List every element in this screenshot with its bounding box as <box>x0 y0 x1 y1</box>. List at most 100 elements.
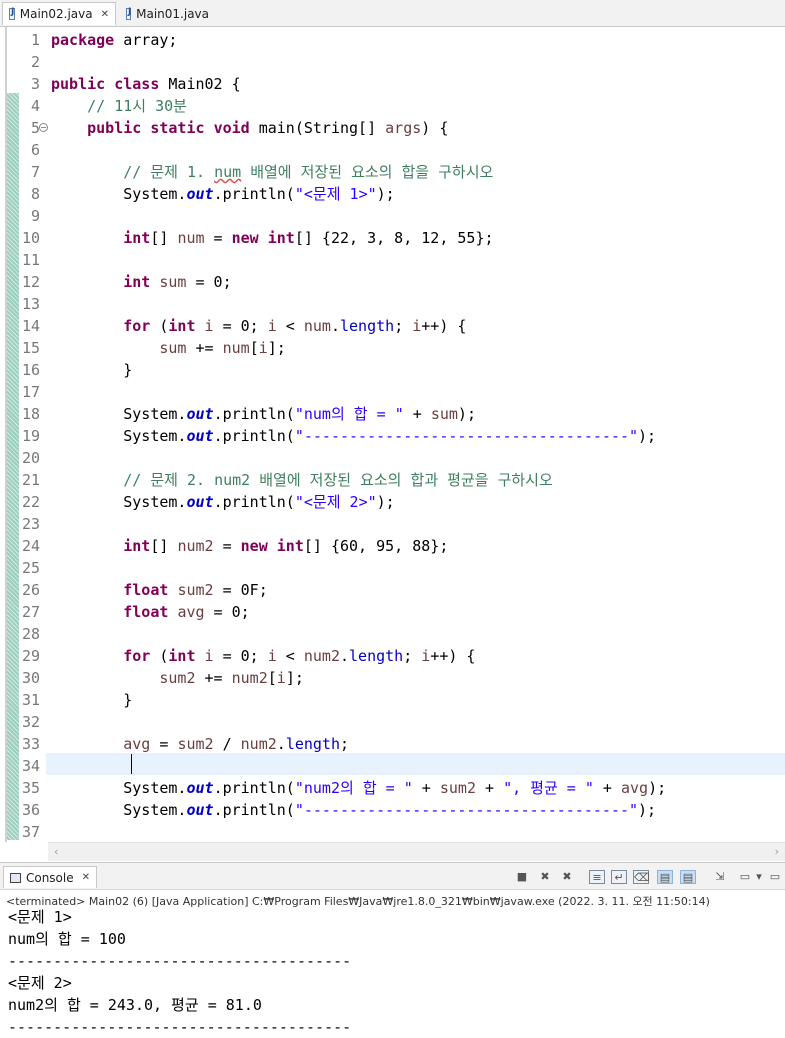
code-line[interactable]: 9 <box>0 205 785 227</box>
code-line[interactable]: 30 sum2 += num2[i]; <box>0 667 785 689</box>
code-line[interactable]: 13 <box>0 293 785 315</box>
code-line[interactable]: 20 <box>0 447 785 469</box>
close-icon[interactable]: ✕ <box>101 9 109 20</box>
minimize-icon[interactable]: ▭ <box>768 870 782 884</box>
scroll-left-icon[interactable]: ‹ <box>54 843 58 861</box>
code-line[interactable]: 32 <box>0 711 785 733</box>
fold-toggle-icon[interactable]: − <box>39 123 48 132</box>
code-text: System.out.println("<문제 1>"); <box>51 185 395 203</box>
code-line[interactable]: 17 <box>0 381 785 403</box>
code-line[interactable]: 34 <box>0 755 785 777</box>
code-line[interactable]: 11 <box>0 249 785 271</box>
line-number: 36 <box>21 801 40 819</box>
code-text: // 문제 2. num2 배열에 저장된 요소의 합과 평균을 구하시오 <box>123 471 553 489</box>
console-icon <box>10 872 21 883</box>
word-wrap-icon[interactable]: ↵ <box>611 870 627 884</box>
code-line[interactable]: 31 } <box>0 689 785 711</box>
console-tab[interactable]: Console ✕ <box>3 866 97 888</box>
code-text: sum += num[i]; <box>159 339 286 357</box>
code-text: System.out.println("--------------------… <box>51 801 657 819</box>
editor-tab-main02[interactable]: Main02.java ✕ <box>2 2 116 25</box>
console-status-line: <terminated> Main02 (6) [Java Applicatio… <box>6 895 710 908</box>
code-line[interactable]: 16 } <box>0 359 785 381</box>
line-number: 33 <box>21 735 40 753</box>
code-line[interactable]: 7 // 문제 1. num 배열에 저장된 요소의 합을 구하시오 <box>0 161 785 183</box>
line-number: 29 <box>21 647 40 665</box>
show-on-stdout-icon[interactable]: ▤ <box>657 870 673 884</box>
code-line[interactable]: 36 System.out.println("-----------------… <box>0 799 785 821</box>
line-number: 35 <box>21 779 40 797</box>
code-text: package array; <box>51 31 178 49</box>
code-text: // 문제 1. num 배열에 저장된 요소의 합을 구하시오 <box>123 163 494 181</box>
code-line[interactable]: 29 for (int i = 0; i < num2.length; i++)… <box>0 645 785 667</box>
line-number: 3 <box>30 75 40 93</box>
horizontal-scrollbar[interactable]: ‹ › <box>48 842 785 861</box>
code-line[interactable]: 12 int sum = 0; <box>0 271 785 293</box>
line-number: 32 <box>21 713 40 731</box>
clear-console-icon[interactable]: ⌫ <box>633 870 650 884</box>
editor-tab-label: Main01.java <box>136 6 209 21</box>
code-text: for (int i = 0; i < num.length; i++) { <box>123 317 467 335</box>
code-text: float sum2 = 0F; <box>123 581 268 599</box>
code-line[interactable]: 26 float sum2 = 0F; <box>0 579 785 601</box>
code-line[interactable]: 23 <box>0 513 785 535</box>
line-number: 25 <box>21 559 40 577</box>
display-console-icon[interactable]: ▭ <box>737 870 753 884</box>
line-number: 6 <box>30 141 40 159</box>
remove-all-terminated-icon[interactable]: ✖ <box>559 870 575 884</box>
code-text: System.out.println("--------------------… <box>51 427 657 445</box>
code-text: for (int i = 0; i < num2.length; i++) { <box>123 647 476 665</box>
console-output-line: <문제 1> <box>8 908 72 926</box>
code-line[interactable]: 27 float avg = 0; <box>0 601 785 623</box>
display-console-dropdown-icon[interactable]: ▾ <box>754 870 764 884</box>
text-caret <box>131 754 132 774</box>
line-number: 37 <box>21 823 40 841</box>
code-line[interactable]: 37 <box>0 821 785 843</box>
code-line[interactable]: 5− public static void main(String[] args… <box>0 117 785 139</box>
code-line[interactable]: 25 <box>0 557 785 579</box>
code-line[interactable]: 3 public class Main02 { <box>0 73 785 95</box>
code-line[interactable]: 21 // 문제 2. num2 배열에 저장된 요소의 합과 평균을 구하시오 <box>0 469 785 491</box>
close-icon[interactable]: ✕ <box>82 872 90 883</box>
code-line[interactable]: 18 System.out.println("num의 합 = " + sum)… <box>0 403 785 425</box>
code-line[interactable]: 24 int[] num2 = new int[] {60, 95, 88}; <box>0 535 785 557</box>
line-number: 18 <box>21 405 40 423</box>
code-text: // 11시 30분 <box>87 97 187 115</box>
code-editor[interactable]: 1 package array; 2 3 public class Main02 {4 … <box>0 27 785 861</box>
editor-tab-main01[interactable]: Main01.java <box>120 2 215 25</box>
code-line[interactable]: 14 for (int i = 0; i < num.length; i++) … <box>0 315 785 337</box>
line-number: 1 <box>30 31 40 49</box>
line-number: 26 <box>21 581 40 599</box>
terminate-icon[interactable]: ■ <box>514 870 530 884</box>
line-number: 30 <box>21 669 40 687</box>
code-line[interactable]: 6 <box>0 139 785 161</box>
line-number: 27 <box>21 603 40 621</box>
line-number: 15 <box>21 339 40 357</box>
console-tab-label: Console <box>25 870 74 885</box>
remove-launch-icon[interactable]: ✖ <box>537 870 553 884</box>
line-number: 16 <box>21 361 40 379</box>
line-number: 24 <box>21 537 40 555</box>
line-number: 28 <box>21 625 40 643</box>
code-line[interactable]: 4 // 11시 30분 <box>0 95 785 117</box>
line-number: 23 <box>21 515 40 533</box>
code-line[interactable]: 10 int[] num = new int[] {22, 3, 8, 12, … <box>0 227 785 249</box>
line-number: 11 <box>21 251 40 269</box>
code-line[interactable]: 1 package array; <box>0 29 785 51</box>
code-line[interactable]: 28 <box>0 623 785 645</box>
code-line[interactable]: 8 System.out.println("<문제 1>"); <box>0 183 785 205</box>
scroll-lock-icon[interactable]: ≡ <box>589 870 605 884</box>
code-line[interactable]: 22 System.out.println("<문제 2>"); <box>0 491 785 513</box>
editor-tab-bar: Main02.java ✕ Main01.java <box>0 0 785 27</box>
pin-console-icon[interactable]: ⇲ <box>712 870 728 884</box>
show-on-stderr-icon[interactable]: ▤ <box>680 870 696 884</box>
code-line[interactable]: 33 avg = sum2 / num2.length; <box>0 733 785 755</box>
code-line[interactable]: 15 sum += num[i]; <box>0 337 785 359</box>
code-line[interactable]: 35 System.out.println("num2의 합 = " + sum… <box>0 777 785 799</box>
console-output-line: num의 합 = 100 <box>8 930 126 948</box>
code-line[interactable]: 19 System.out.println("-----------------… <box>0 425 785 447</box>
scroll-right-icon[interactable]: › <box>775 843 779 861</box>
console-tab-bar: Console ✕ ■ ✖ ✖ ≡ ↵ ⌫ ▤ ▤ ⇲ ▭ ▾ ▭ <box>0 862 785 890</box>
code-text: System.out.println("num의 합 = " + sum); <box>51 405 476 423</box>
code-line[interactable]: 2 <box>0 51 785 73</box>
